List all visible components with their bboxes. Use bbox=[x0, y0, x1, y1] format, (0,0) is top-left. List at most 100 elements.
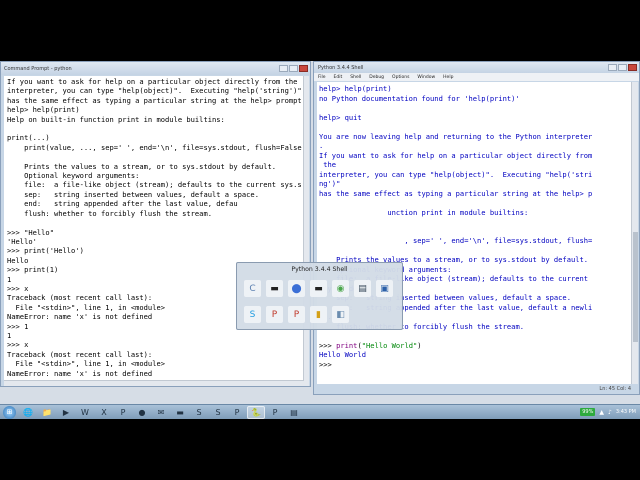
system-tray: 99% ▲ ♪ 3:43 PM bbox=[580, 408, 640, 416]
shell-status: Ln: 45 Col: 4 bbox=[599, 386, 631, 392]
cmd-line: >>> print('Hello') bbox=[7, 246, 84, 256]
close-button[interactable] bbox=[628, 64, 637, 71]
preview-app-icon[interactable]: P bbox=[288, 306, 305, 323]
shell-line: help> help(print) bbox=[319, 84, 392, 93]
cmd-title: Command Prompt - python bbox=[4, 65, 72, 72]
cmd-line: >>> x bbox=[7, 340, 29, 350]
battery-indicator[interactable]: 99% bbox=[580, 408, 596, 416]
shell-line: help> quit bbox=[319, 112, 362, 122]
cmd-line: sep: string inserted between values, def… bbox=[7, 189, 259, 199]
cmd-line: help> help(print) bbox=[7, 105, 80, 115]
cmd-line bbox=[7, 152, 301, 161]
cmd-titlebar[interactable]: Command Prompt - python bbox=[1, 62, 310, 75]
menu-shell[interactable]: Shell bbox=[350, 75, 361, 80]
shell-menubar: File Edit Shell Debug Options Window Hel… bbox=[314, 73, 639, 81]
preview-app-icon[interactable]: S bbox=[244, 306, 261, 323]
taskbar-items: 🌐 📁 ▶ W X P ● ✉ ▬ S S P 🐍 P ▤ bbox=[19, 405, 304, 419]
cmd-line: has the same effect as typing a particul… bbox=[7, 95, 302, 105]
taskbar-app-icon[interactable]: 🌐 bbox=[19, 406, 37, 419]
preview-app-icon[interactable]: P bbox=[266, 306, 283, 323]
start-button[interactable]: ⊞ bbox=[3, 405, 16, 419]
taskbar-app-icon[interactable]: ▶ bbox=[57, 406, 75, 419]
taskbar-app-icon[interactable]: 🐍 bbox=[247, 405, 265, 419]
menu-options[interactable]: Options bbox=[392, 75, 409, 80]
shell-line: ng')" bbox=[319, 179, 341, 188]
cmd-line: print(...) bbox=[7, 133, 50, 143]
taskbar-app-icon[interactable]: 📁 bbox=[38, 406, 56, 419]
preview-app-icon[interactable]: ◉ bbox=[332, 280, 349, 297]
maximize-button[interactable] bbox=[289, 65, 298, 72]
shell-line: the bbox=[319, 160, 337, 169]
cmd-line: print(value, ..., sep=' ', end='\n', fil… bbox=[7, 142, 302, 152]
cmd-line: 1 bbox=[7, 330, 12, 340]
shell-line: has the same effect as typing a particul… bbox=[319, 188, 593, 198]
preview-title: Python 3.4.4 Shell bbox=[291, 266, 348, 273]
cmd-line bbox=[7, 218, 301, 227]
preview-app-icon[interactable]: ▣ bbox=[376, 280, 393, 297]
preview-app-icon[interactable]: ▬ bbox=[266, 280, 283, 297]
taskbar-app-icon[interactable]: W bbox=[76, 406, 94, 419]
cmd-console[interactable]: If you want to ask for help on a particu… bbox=[4, 76, 304, 386]
preview-app-icon[interactable]: ▮ bbox=[310, 306, 327, 323]
cmd-line: 'Hello' bbox=[7, 236, 37, 246]
cmd-line: NameError: name 'x' is not defined bbox=[7, 368, 153, 378]
cmd-line: File "<stdin>", line 1, in <module> bbox=[7, 359, 166, 369]
cmd-line: >>> "Hello" bbox=[7, 227, 54, 237]
cmd-horizontal-scrollbar[interactable] bbox=[4, 380, 304, 386]
cmd-line: If you want to ask for help on a particu… bbox=[7, 77, 298, 86]
shell-line: If you want to ask for help on a particu… bbox=[319, 150, 593, 160]
taskbar-app-icon[interactable]: ▬ bbox=[171, 406, 189, 419]
shell-line: unction print in module builtins: bbox=[319, 207, 529, 217]
python-shell-window[interactable]: Python 3.4.4 Shell File Edit Shell Debug… bbox=[313, 61, 640, 395]
taskbar-app-icon[interactable]: ▤ bbox=[285, 406, 303, 419]
taskbar-app-icon[interactable]: ✉ bbox=[152, 406, 170, 419]
preview-row-2: S P P ▮ ◧ bbox=[244, 306, 349, 323]
cmd-line: Help on built-in function print in modul… bbox=[7, 114, 225, 124]
minimize-button[interactable] bbox=[279, 65, 288, 72]
preview-app-icon[interactable]: ◧ bbox=[332, 306, 349, 323]
taskbar-app-icon[interactable]: S bbox=[190, 406, 208, 419]
taskbar-app-icon[interactable]: P bbox=[114, 406, 132, 419]
volume-icon[interactable]: ♪ bbox=[608, 409, 612, 416]
shell-line: . bbox=[319, 141, 324, 150]
menu-debug[interactable]: Debug bbox=[369, 75, 384, 80]
shell-line: interpreter, you can type "help(object)"… bbox=[319, 169, 593, 179]
taskbar-preview-popup[interactable]: Python 3.4.4 Shell C ▬ ⬤ ▬ ◉ ▤ ▣ S P P ▮ ◧ bbox=[236, 262, 403, 330]
minimize-button[interactable] bbox=[608, 64, 617, 71]
scrollbar-thumb[interactable] bbox=[633, 232, 638, 342]
preview-app-icon[interactable]: ▬ bbox=[310, 280, 327, 297]
close-button[interactable] bbox=[299, 65, 308, 72]
taskbar-app-icon[interactable]: P bbox=[228, 406, 246, 419]
shell-titlebar[interactable]: Python 3.4.4 Shell bbox=[314, 62, 639, 73]
preview-app-icon[interactable]: C bbox=[244, 280, 261, 297]
menu-help[interactable]: Help bbox=[443, 75, 453, 80]
taskbar-app-icon[interactable]: S bbox=[209, 406, 227, 419]
cmd-line: flush: whether to forcibly flush the str… bbox=[7, 208, 212, 218]
network-icon[interactable]: ▲ bbox=[599, 409, 604, 416]
shell-console[interactable]: help> help(print) no Python documentation… bbox=[317, 82, 631, 384]
command-prompt-window[interactable]: Command Prompt - python If you want to a… bbox=[0, 61, 311, 387]
taskbar-app-icon[interactable]: ● bbox=[133, 406, 151, 419]
shell-line: no Python documentation found for 'help(… bbox=[319, 93, 520, 103]
preview-app-icon[interactable]: ⬤ bbox=[288, 280, 305, 297]
cmd-line: end: string appended after the last valu… bbox=[7, 199, 238, 209]
cmd-line: Traceback (most recent call last): bbox=[7, 349, 153, 359]
maximize-button[interactable] bbox=[618, 64, 627, 71]
taskbar-app-icon[interactable]: P bbox=[266, 406, 284, 419]
shell-line: >>> print("Hello World") bbox=[319, 340, 422, 350]
clock[interactable]: 3:43 PM bbox=[616, 409, 636, 415]
shell-line: You are now leaving help and returning t… bbox=[319, 131, 593, 141]
cmd-vertical-scrollbar[interactable] bbox=[303, 76, 309, 386]
taskbar-app-icon[interactable]: X bbox=[95, 406, 113, 419]
menu-edit[interactable]: Edit bbox=[334, 75, 343, 80]
menu-window[interactable]: Window bbox=[417, 75, 435, 80]
cmd-line: file: a file-like object (stream); defau… bbox=[7, 180, 302, 190]
shell-vertical-scrollbar[interactable] bbox=[631, 82, 638, 384]
preview-app-icon[interactable]: ▤ bbox=[354, 280, 371, 297]
menu-file[interactable]: File bbox=[318, 75, 326, 80]
shell-title: Python 3.4.4 Shell bbox=[318, 64, 364, 71]
